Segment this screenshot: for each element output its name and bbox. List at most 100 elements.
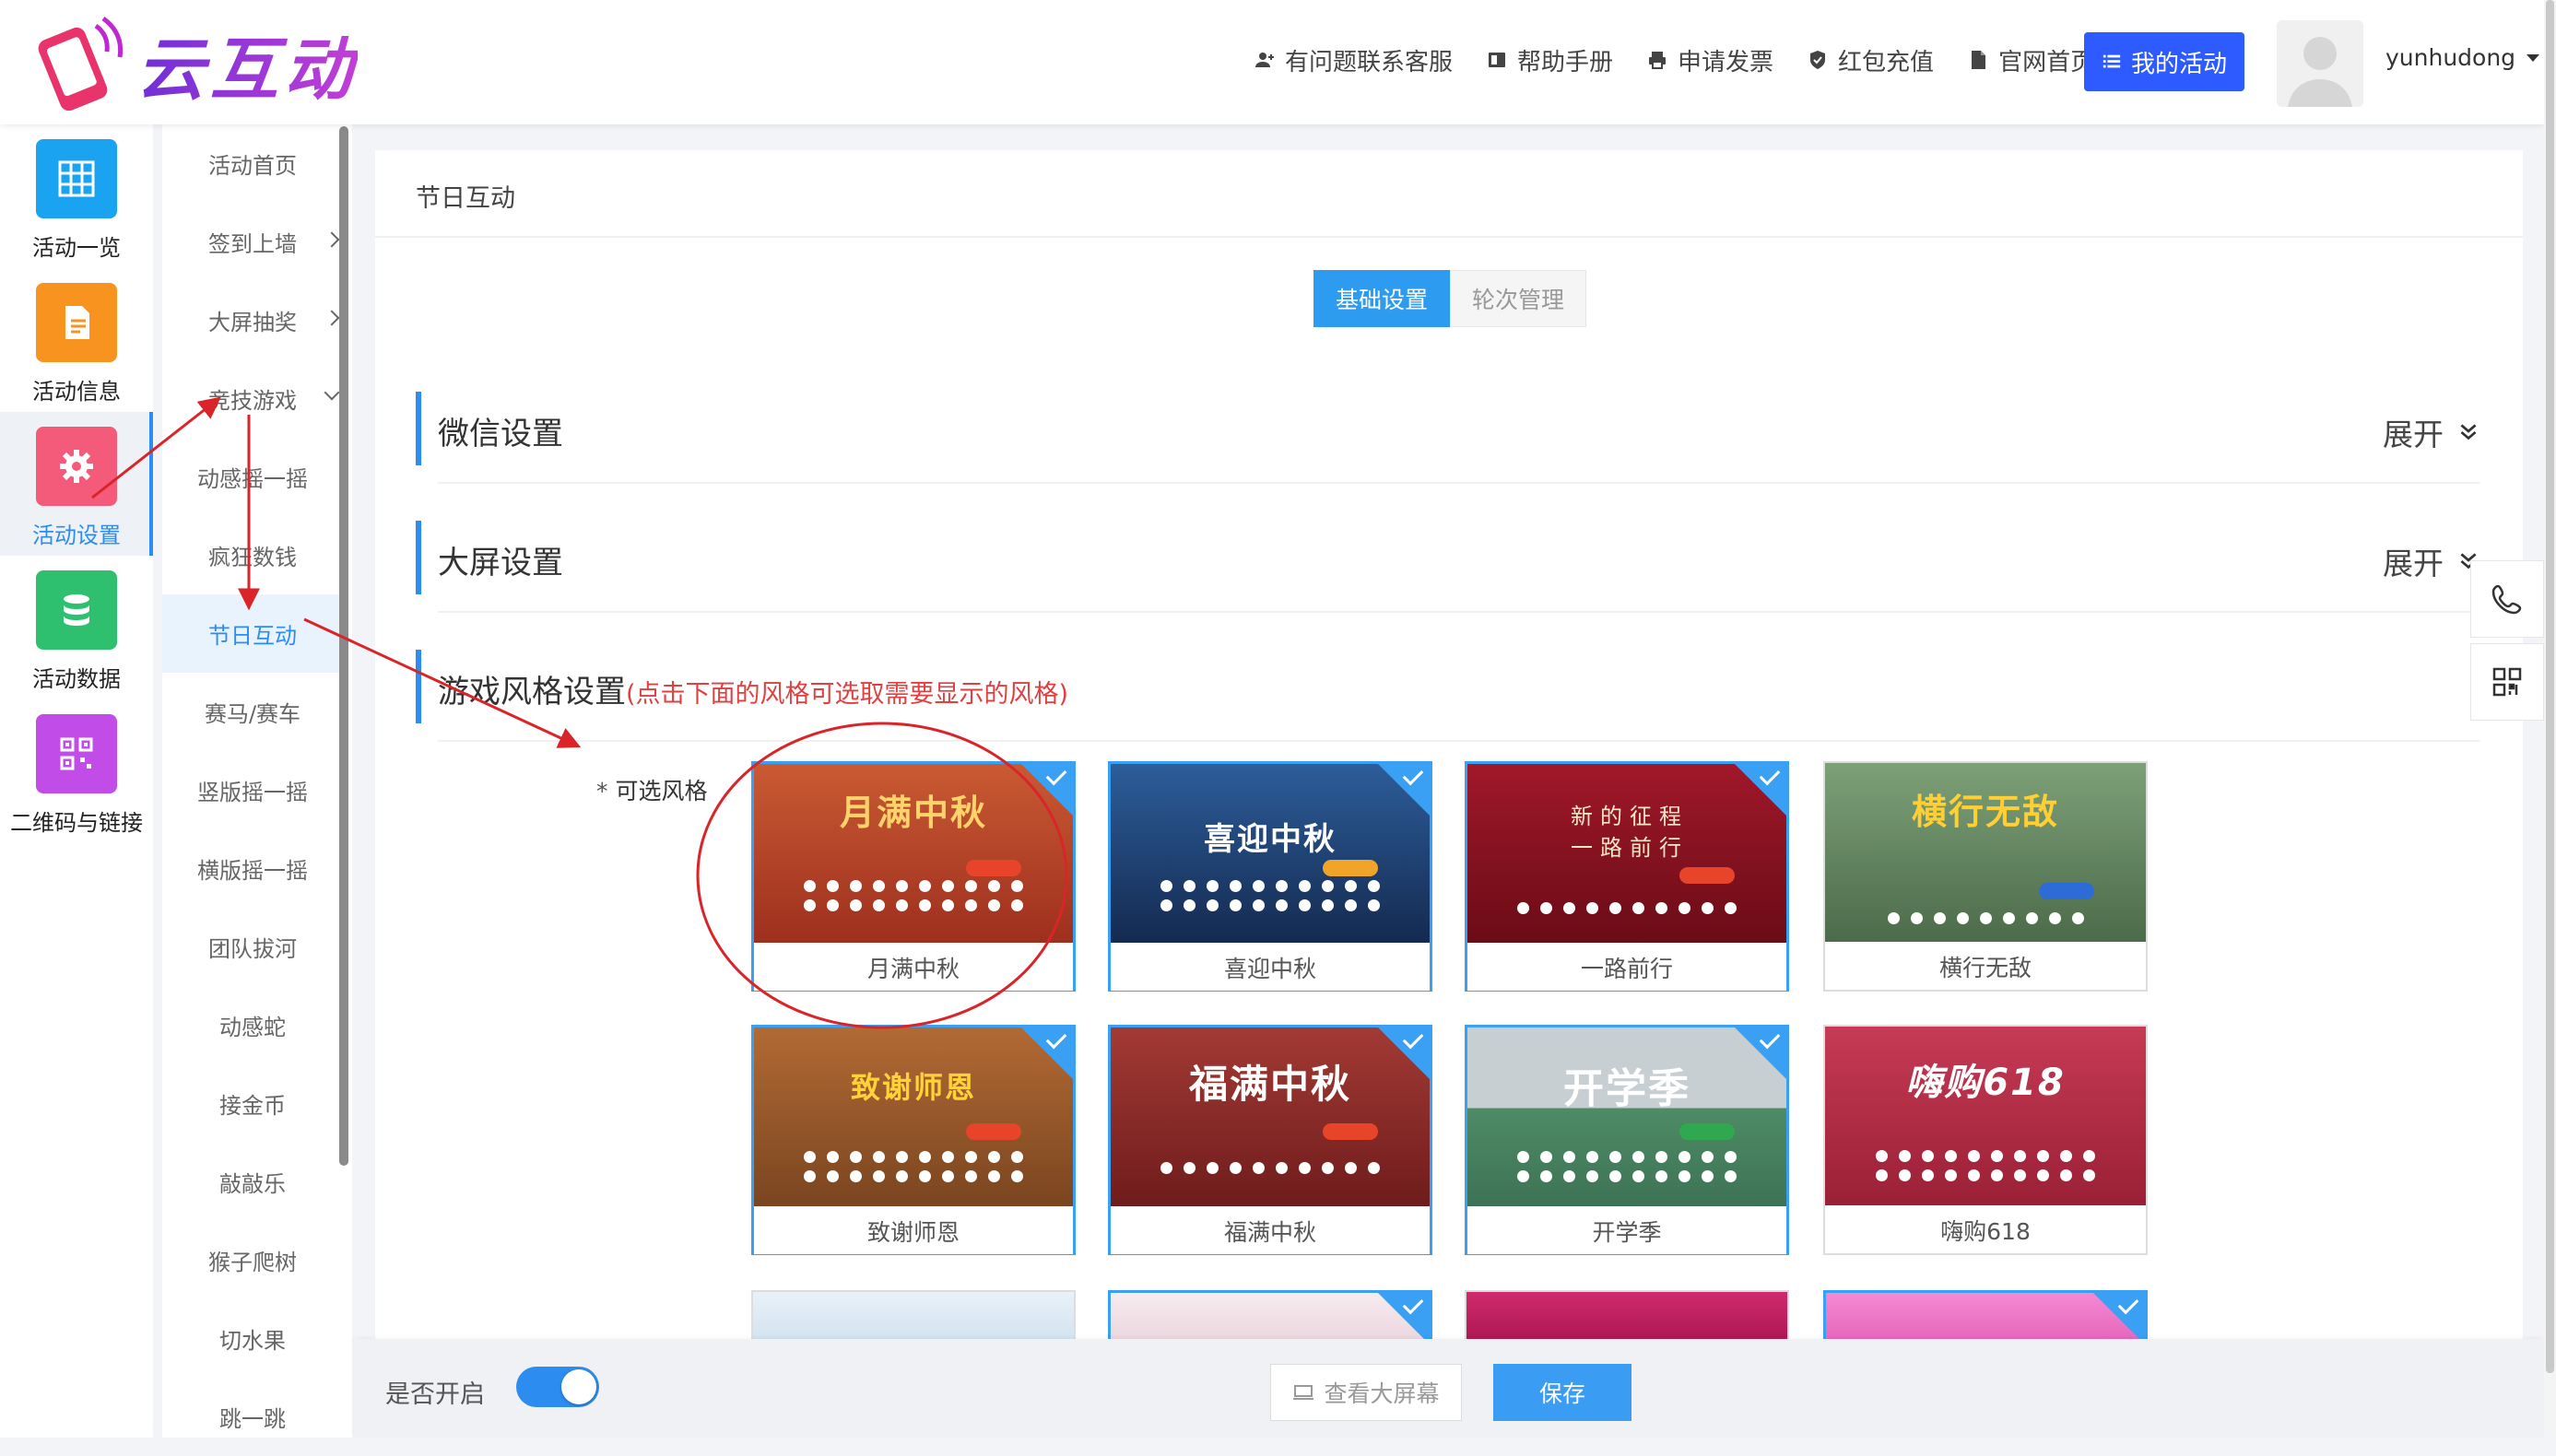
subnav-item-shake[interactable]: 动感摇一摇 bbox=[162, 438, 343, 516]
theme-preview-title: 喜迎中秋 bbox=[1204, 821, 1337, 858]
printer-icon bbox=[1649, 52, 1667, 69]
theme-name: 开学季 bbox=[1467, 1208, 1786, 1254]
official-site-link[interactable]: 官网首页 bbox=[1967, 43, 2094, 77]
logo[interactable]: 云互动 bbox=[31, 13, 358, 114]
tab-basic-settings[interactable]: 基础设置 bbox=[1313, 270, 1450, 327]
subnav-item-snake[interactable]: 动感蛇 bbox=[162, 986, 343, 1064]
start-badge bbox=[966, 860, 1021, 876]
settings-tabs: 基础设置 轮次管理 bbox=[1313, 270, 1586, 327]
save-button[interactable]: 保存 bbox=[1493, 1364, 1631, 1421]
start-badge bbox=[1323, 860, 1378, 876]
sidebar-item-data[interactable]: 活动数据 bbox=[0, 556, 153, 699]
theme-tile-partial[interactable] bbox=[751, 1290, 1076, 1347]
sidebar-item-qrcode[interactable]: 二维码与链接 bbox=[0, 699, 153, 843]
theme-tile-fumanzhongqiu[interactable]: 福满中秋 福满中秋 bbox=[1108, 1025, 1432, 1255]
theme-preview-title: 新的征程 一路前行 bbox=[1571, 804, 1689, 861]
theme-tile-xiyingzhongqiu[interactable]: 喜迎中秋 喜迎中秋 bbox=[1108, 761, 1432, 992]
divider bbox=[438, 740, 2480, 742]
chevron-down-icon bbox=[324, 384, 340, 401]
subnav-item-monkey[interactable]: 猴子爬树 bbox=[162, 1221, 343, 1299]
theme-tile-zhixieshien[interactable]: 致谢师恩 致谢师恩 bbox=[751, 1025, 1076, 1255]
avatar-dots bbox=[1160, 880, 1381, 911]
sidebar-item-label: 活动信息 bbox=[32, 379, 121, 405]
subnav-item-label: 疯狂数钱 bbox=[208, 545, 297, 570]
file-icon bbox=[1972, 51, 1986, 69]
document-icon bbox=[36, 283, 117, 362]
theme-tile-hengxingwudi[interactable]: 横行无敌 横行无敌 bbox=[1823, 761, 2148, 992]
user-menu[interactable]: yunhudong bbox=[2385, 44, 2540, 71]
optional-style-label: * 可选风格 bbox=[596, 773, 707, 806]
subnav-item-hshake[interactable]: 横版摇一摇 bbox=[162, 829, 343, 908]
sidebar-item-overview[interactable]: 活动一览 bbox=[0, 124, 153, 268]
section-title: 微信设置 bbox=[438, 416, 563, 452]
enable-label: 是否开启 bbox=[385, 1380, 485, 1409]
phone-icon bbox=[2491, 584, 2522, 615]
theme-name: 致谢师恩 bbox=[754, 1208, 1073, 1254]
theme-preview: 横行无敌 bbox=[1825, 763, 2146, 942]
theme-name: 喜迎中秋 bbox=[1111, 945, 1430, 991]
subnav-item-label: 猴子爬树 bbox=[208, 1250, 297, 1275]
subnav-item-label: 横版摇一摇 bbox=[197, 858, 308, 884]
redpacket-recharge-link[interactable]: 红包充值 bbox=[1807, 43, 1934, 77]
theme-name: 福满中秋 bbox=[1111, 1208, 1430, 1254]
divider bbox=[438, 611, 2480, 613]
sidebar-item-info[interactable]: 活动信息 bbox=[0, 268, 153, 412]
subnav-item-jump[interactable]: 跳一跳 bbox=[162, 1378, 343, 1456]
subnav-item-label: 切水果 bbox=[219, 1328, 286, 1354]
theme-tile-yuemanzhongqiu[interactable]: 月满中秋 月满中秋 bbox=[751, 761, 1076, 992]
subnav-item-money[interactable]: 疯狂数钱 bbox=[162, 516, 343, 594]
apply-invoice-link[interactable]: 申请发票 bbox=[1646, 43, 1773, 77]
list-icon bbox=[2103, 54, 2121, 68]
subnav-item-label: 节日互动 bbox=[208, 623, 297, 649]
theme-preview-title: 横行无敌 bbox=[1911, 792, 2059, 832]
help-manual-link[interactable]: 帮助手册 bbox=[1486, 43, 1613, 77]
expand-label: 展开 bbox=[2383, 546, 2444, 581]
monitor-icon bbox=[1293, 1385, 1314, 1400]
subnav-item-knock[interactable]: 敲敲乐 bbox=[162, 1143, 343, 1221]
section-title-text: 游戏风格设置 bbox=[438, 674, 626, 710]
subnav-item-fruit[interactable]: 切水果 bbox=[162, 1299, 343, 1378]
subnav-scrollbar[interactable] bbox=[339, 126, 348, 1166]
subnav-item-label: 团队拔河 bbox=[208, 936, 297, 962]
theme-name: 嗨购618 bbox=[1825, 1207, 2146, 1253]
page-scrollbar[interactable] bbox=[2544, 0, 2556, 1438]
my-activity-button[interactable]: 我的活动 bbox=[2084, 32, 2244, 91]
subnav-item-lottery[interactable]: 大屏抽奖 bbox=[162, 281, 343, 359]
expand-wechat-button[interactable]: 展开 bbox=[2383, 410, 2480, 454]
page-scrollbar-thumb[interactable] bbox=[2546, 0, 2554, 1373]
subnav-item-race[interactable]: 赛马/赛车 bbox=[162, 673, 343, 751]
content-card: 节日互动 基础设置 轮次管理 微信设置 展开 大屏设置 展开 游戏风格设置(点击… bbox=[375, 150, 2523, 1367]
avatar[interactable] bbox=[2277, 20, 2363, 107]
theme-tile-kaixueji[interactable]: 开学季 开学季 bbox=[1465, 1025, 1789, 1255]
subnav-item-home[interactable]: 活动首页 bbox=[162, 124, 343, 203]
contact-support-link[interactable]: 有问题联系客服 bbox=[1254, 43, 1453, 77]
style-settings-section: 游戏风格设置(点击下面的风格可选取需要显示的风格) bbox=[416, 650, 2480, 742]
tab-round-management[interactable]: 轮次管理 bbox=[1450, 270, 1586, 327]
theme-tile-partial[interactable] bbox=[1465, 1290, 1789, 1347]
start-badge bbox=[1679, 867, 1735, 884]
footer-bar: 是否开启 查看大屏幕 保存 bbox=[354, 1339, 2544, 1438]
sidebar-item-settings[interactable]: 活动设置 bbox=[0, 412, 153, 556]
avatar-dots bbox=[1516, 1151, 1737, 1182]
expand-screen-button[interactable]: 展开 bbox=[2383, 539, 2480, 583]
subnav-item-vshake[interactable]: 竖版摇一摇 bbox=[162, 751, 343, 829]
view-big-screen-button[interactable]: 查看大屏幕 bbox=[1270, 1364, 1462, 1421]
subnav-item-festival[interactable]: 节日互动 bbox=[162, 594, 343, 673]
logo-text: 云互动 bbox=[136, 15, 358, 113]
theme-tile-haigou618[interactable]: 嗨购618 嗨购618 bbox=[1823, 1025, 2148, 1255]
qrcode-widget-button[interactable] bbox=[2470, 643, 2544, 721]
section-accent-bar bbox=[416, 650, 421, 723]
enable-toggle[interactable] bbox=[516, 1367, 599, 1407]
theme-tile-partial[interactable] bbox=[1823, 1290, 2148, 1348]
sidebar-item-label: 活动数据 bbox=[32, 666, 121, 692]
avatar-dots bbox=[803, 880, 1024, 911]
phone-contact-button[interactable] bbox=[2470, 560, 2544, 638]
subnav-item-label: 敲敲乐 bbox=[219, 1171, 286, 1197]
subnav-item-coins[interactable]: 接金币 bbox=[162, 1064, 343, 1143]
subnav-item-tug[interactable]: 团队拔河 bbox=[162, 908, 343, 986]
theme-tile-partial[interactable] bbox=[1108, 1290, 1432, 1348]
subnav-item-games[interactable]: 竞技游戏 bbox=[162, 359, 343, 438]
theme-tile-yiluqianxing[interactable]: 新的征程 一路前行 一路前行 bbox=[1465, 761, 1789, 992]
subnav-item-signin[interactable]: 签到上墙 bbox=[162, 203, 343, 281]
database-icon bbox=[36, 570, 117, 650]
